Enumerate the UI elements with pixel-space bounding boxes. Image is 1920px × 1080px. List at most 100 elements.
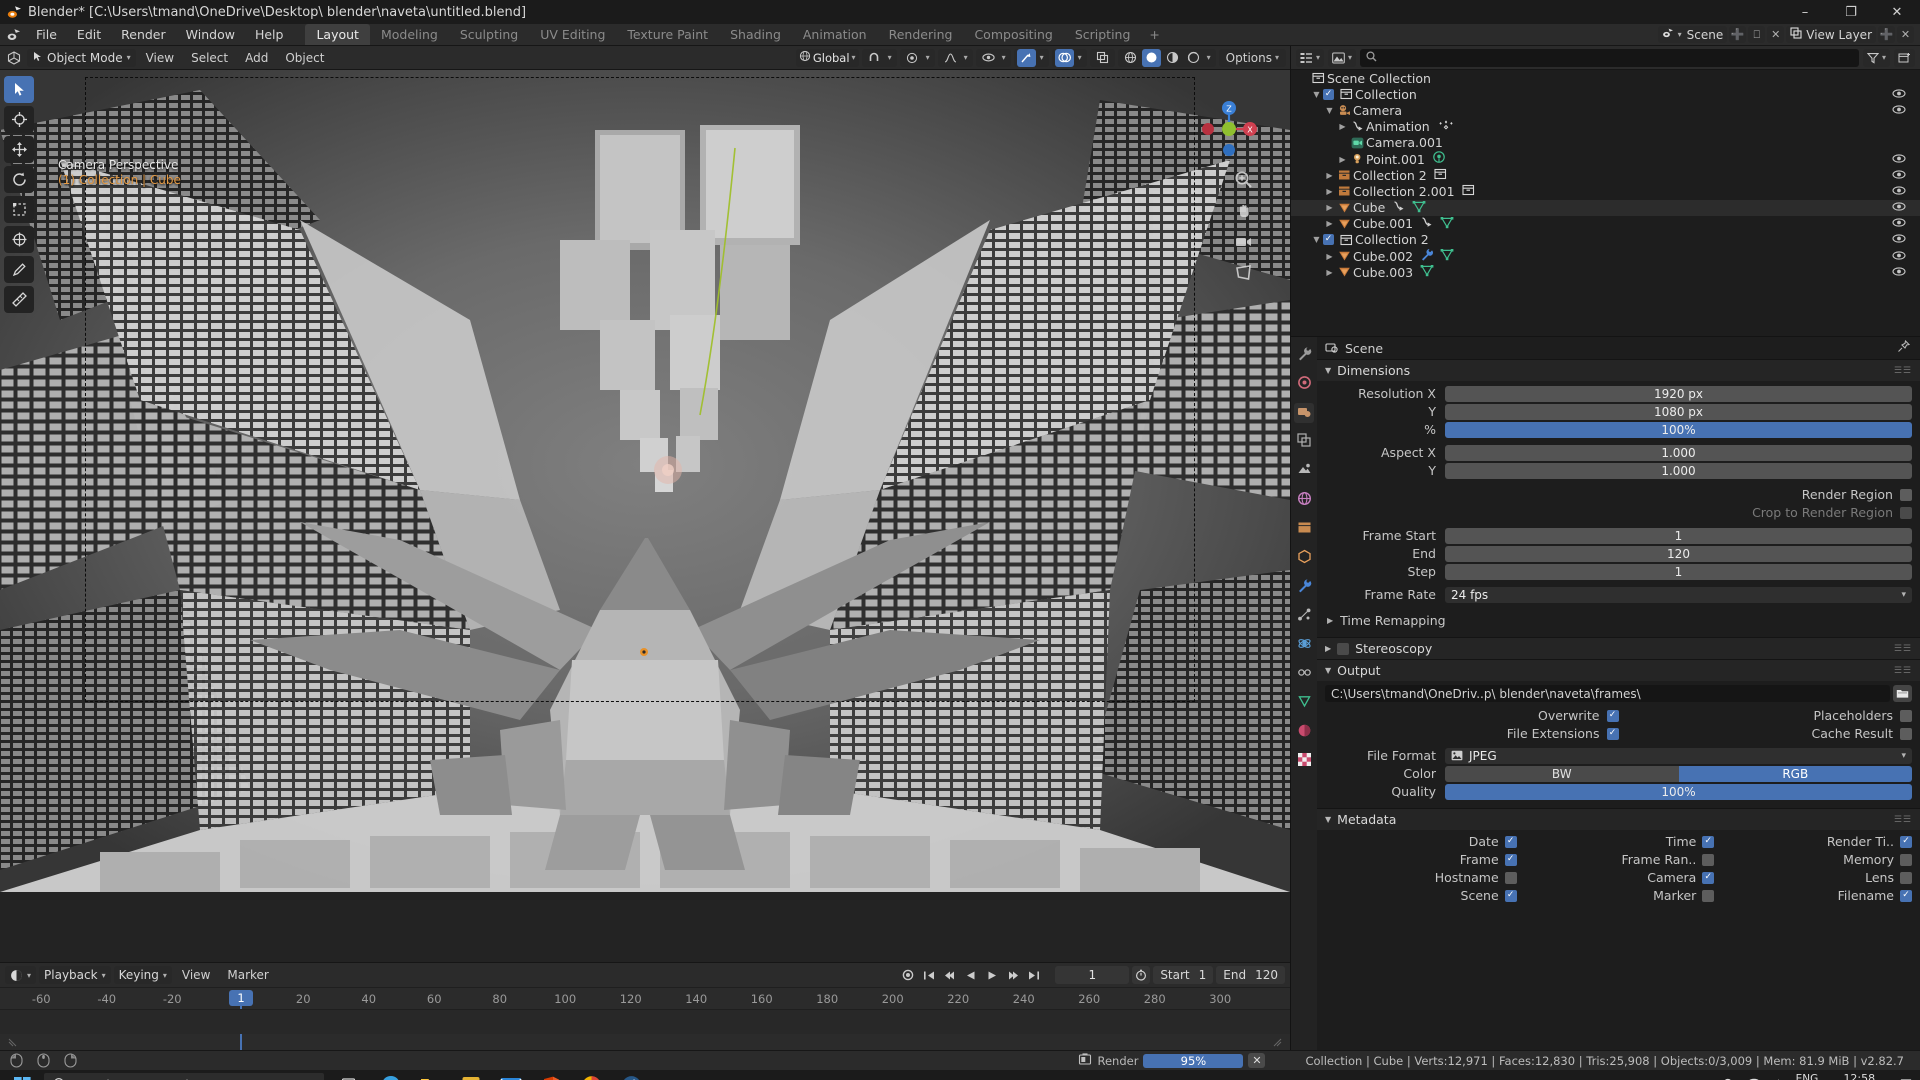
transform-icon[interactable]: [4, 226, 34, 253]
mode-dropdown[interactable]: Object Mode ▾: [27, 48, 136, 67]
prev-keyframe-button[interactable]: [941, 966, 959, 984]
resize-handle-right-icon[interactable]: [1273, 1038, 1282, 1047]
cursor-icon[interactable]: [4, 106, 34, 133]
outliner-row-cube-001[interactable]: ▶ Cube.001: [1291, 216, 1920, 232]
zoom-icon[interactable]: [1232, 168, 1254, 190]
magnet-icon[interactable]: [865, 49, 884, 67]
chevron-down-icon[interactable]: ▾: [1205, 53, 1213, 62]
viewport-menu-add[interactable]: Add: [238, 51, 275, 65]
viewport-shading-group[interactable]: ▾: [1117, 48, 1216, 67]
properties-tab-particles[interactable]: [1294, 606, 1314, 626]
copy-scene-button[interactable]: ⎕: [1748, 26, 1766, 43]
remove-viewlayer-button[interactable]: ✕: [1897, 26, 1914, 43]
new-scene-button[interactable]: ➕: [1729, 26, 1747, 43]
hide-in-viewport-icon[interactable]: [1892, 87, 1906, 102]
field-frame-end[interactable]: 120: [1445, 545, 1912, 562]
disclosure-triangle-down-icon[interactable]: ▼: [1310, 235, 1323, 244]
3d-viewport[interactable]: Camera Perspective (1) Collection | Cube…: [0, 70, 1290, 962]
preset-list-icon[interactable]: ☰☰: [1894, 366, 1912, 376]
stopwatch-icon[interactable]: [1132, 966, 1151, 984]
viewport-xray-group[interactable]: [1089, 48, 1115, 67]
disclosure-triangle-right-icon[interactable]: ▶: [1323, 171, 1336, 180]
timeline-playhead[interactable]: 1: [229, 990, 253, 1006]
checkbox-overwrite[interactable]: ✓: [1606, 709, 1619, 722]
properties-tab-render[interactable]: [1294, 374, 1314, 394]
menu-edit[interactable]: Edit: [67, 24, 111, 45]
outliner-row-camera[interactable]: ▼ Camera: [1291, 102, 1920, 118]
proportional-edit-icon[interactable]: [903, 49, 922, 67]
menu-help[interactable]: Help: [245, 24, 294, 45]
properties-tab-constraint[interactable]: [1294, 664, 1314, 684]
office-icon[interactable]: [532, 1070, 570, 1080]
editor-type-timeline-icon[interactable]: ▾: [5, 966, 37, 984]
panel-stereoscopy-header[interactable]: ▶ Stereoscopy ☰☰: [1317, 638, 1920, 659]
preset-list-icon[interactable]: ☰☰: [1894, 815, 1912, 825]
new-collection-icon[interactable]: [1894, 48, 1915, 67]
field-resolution-percent[interactable]: 100%: [1445, 421, 1912, 438]
option-rgb[interactable]: RGB: [1678, 765, 1912, 782]
light-data-icon[interactable]: [1432, 151, 1446, 167]
metadata-checkbox[interactable]: ✓: [1504, 835, 1517, 848]
option-bw[interactable]: BW: [1445, 765, 1679, 782]
annotate-icon[interactable]: [4, 256, 34, 283]
checkbox-stereoscopy[interactable]: [1337, 642, 1350, 655]
frame-end-field[interactable]: End 120: [1216, 966, 1285, 984]
viewlayer-selector[interactable]: View Layer: [1786, 26, 1876, 43]
properties-tab-texture[interactable]: [1294, 751, 1314, 771]
scale-icon[interactable]: [4, 196, 34, 223]
field-frame-step[interactable]: 1: [1445, 563, 1912, 580]
preset-list-icon[interactable]: ☰☰: [1894, 666, 1912, 676]
outliner-tree[interactable]: Scene Collection ▼ ✓ Collection ▼ Camera ▶ Anim…: [1291, 70, 1920, 336]
outliner-row-scene-collection[interactable]: Scene Collection: [1291, 70, 1920, 86]
collection-icon[interactable]: [1434, 168, 1447, 183]
timeline-menu-marker[interactable]: Marker: [220, 968, 275, 982]
mesh-data-icon[interactable]: [1440, 248, 1454, 264]
gizmo-icon[interactable]: [1016, 48, 1036, 67]
properties-tab-modifier[interactable]: [1294, 577, 1314, 597]
navigation-gizmo[interactable]: Z X: [1198, 98, 1260, 160]
overlays-icon[interactable]: [1054, 48, 1074, 67]
metadata-checkbox[interactable]: ✓: [1504, 889, 1517, 902]
field-resolution-y[interactable]: 1080 px: [1445, 403, 1912, 420]
hide-in-viewport-icon[interactable]: [1892, 152, 1906, 167]
chevron-down-icon[interactable]: ▾: [1038, 53, 1046, 62]
disclosure-triangle-right-icon[interactable]: ▶: [1323, 187, 1336, 196]
outliner-row-collection[interactable]: ▼ ✓ Collection: [1291, 86, 1920, 102]
disclosure-triangle-right-icon[interactable]: ▶: [1323, 252, 1336, 261]
outliner-row-cube-002[interactable]: ▶ Cube.002: [1291, 248, 1920, 264]
editor-type-3dview-icon[interactable]: [4, 49, 24, 67]
tab-texture-paint[interactable]: Texture Paint: [616, 24, 719, 45]
maximize-button[interactable]: ❐: [1828, 0, 1874, 24]
jump-end-button[interactable]: [1025, 966, 1043, 984]
transform-orientation-group[interactable]: Global ▾: [795, 48, 859, 67]
viewport-menu-select[interactable]: Select: [184, 51, 235, 65]
checkbox-render-region[interactable]: [1900, 488, 1912, 501]
dropdown-frame-rate[interactable]: 24 fps ▾: [1445, 586, 1912, 603]
checkbox-crop-to-render-region[interactable]: [1900, 506, 1912, 519]
outliner-search-input[interactable]: [1360, 48, 1859, 67]
field-aspect-x[interactable]: 1.000: [1445, 444, 1912, 461]
viewport-visibility-group[interactable]: ▾: [975, 48, 1011, 67]
metadata-checkbox[interactable]: ✓: [1702, 835, 1715, 848]
measure-icon[interactable]: [4, 286, 34, 313]
metadata-checkbox[interactable]: ✓: [1900, 835, 1912, 848]
language-indicator[interactable]: ENG INTL: [1795, 1074, 1819, 1080]
taskbar-clock[interactable]: 12:58 18/04/2020: [1828, 1073, 1891, 1080]
outliner-filter-id-button[interactable]: ▾: [1328, 48, 1357, 67]
keyframe-icon[interactable]: [1437, 119, 1455, 135]
select-box-icon[interactable]: [4, 76, 34, 103]
properties-tab-data[interactable]: [1294, 693, 1314, 713]
hide-in-viewport-icon[interactable]: [1892, 184, 1906, 199]
tab-shading[interactable]: Shading: [719, 24, 792, 45]
disclosure-triangle-right-icon[interactable]: ▶: [1323, 203, 1336, 212]
unlink-scene-button[interactable]: ✕: [1767, 26, 1785, 43]
hide-in-viewport-icon[interactable]: [1892, 168, 1906, 183]
hide-in-viewport-icon[interactable]: [1892, 249, 1906, 264]
proportional-edit-group[interactable]: ▾: [899, 48, 935, 67]
hide-in-viewport-icon[interactable]: [1892, 232, 1906, 247]
frame-start-field[interactable]: Start 1: [1153, 966, 1214, 984]
outliner-row-collection-2[interactable]: ▶ Collection 2: [1291, 167, 1920, 183]
mesh-data-icon[interactable]: [1420, 264, 1434, 280]
edge-icon[interactable]: [372, 1070, 410, 1080]
pin-icon[interactable]: [1897, 339, 1911, 356]
